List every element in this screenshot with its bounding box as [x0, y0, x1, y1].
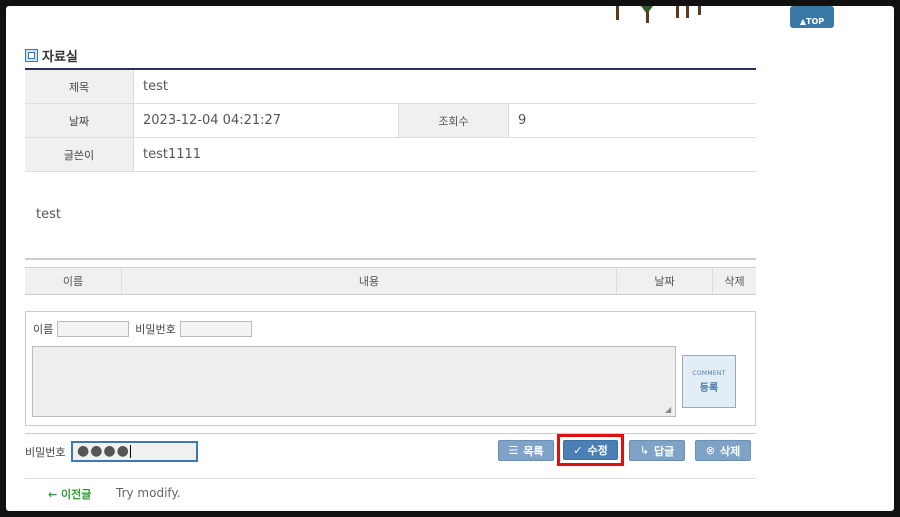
- nav-divider: [25, 478, 756, 479]
- post-date: 2023-12-04 04:21:27: [133, 103, 399, 138]
- comment-form: 이름 비밀번호 ◢ COMMENT 등록: [25, 311, 756, 426]
- post-title: test: [133, 69, 756, 104]
- author-label: 글쓴이: [25, 137, 134, 172]
- delete-button[interactable]: ⊗ 삭제: [695, 440, 751, 461]
- comment-col-content: 내용: [121, 267, 617, 295]
- section-title: 자료실: [42, 50, 78, 65]
- password-label: 비밀번호: [25, 446, 66, 459]
- check-icon: ✓: [573, 443, 583, 457]
- title-label: 제목: [25, 69, 134, 104]
- comment-submit-label: 등록: [699, 382, 719, 394]
- reply-button-label: 답글: [653, 444, 675, 458]
- scroll-top-button[interactable]: ▲TOP: [790, 6, 834, 28]
- section-heading: 자료실: [25, 46, 78, 65]
- modify-button-label: 수정: [587, 444, 608, 457]
- modify-highlight: ✓ 수정: [557, 434, 624, 466]
- post-content: test: [36, 207, 61, 222]
- close-circle-icon: ⊗: [705, 444, 715, 457]
- list-button-label: 목록: [523, 444, 544, 458]
- actions-divider: [25, 433, 756, 434]
- prev-post-link[interactable]: ← 이전글: [48, 486, 91, 502]
- tree-decoration: [616, 6, 701, 23]
- post-author: test1111: [133, 137, 756, 172]
- post-views: 9: [508, 103, 756, 138]
- reply-arrow-icon: ↳: [639, 444, 649, 457]
- date-label: 날짜: [25, 103, 134, 138]
- comment-submit-button[interactable]: COMMENT 등록: [682, 355, 736, 408]
- board-icon: [25, 49, 38, 62]
- list-button[interactable]: ☰ 목록: [498, 440, 554, 461]
- comment-form-row: 이름 비밀번호: [33, 321, 252, 337]
- author-row: 글쓴이 test1111: [25, 137, 756, 172]
- comment-password-label: 비밀번호: [135, 323, 176, 336]
- page-frame: ▲TOP 자료실 제목 test 날짜 2023-12-04 04:21:27 …: [6, 6, 894, 511]
- modify-button[interactable]: ✓ 수정: [563, 440, 618, 460]
- list-icon: ☰: [508, 444, 519, 457]
- title-row: 제목 test: [25, 69, 756, 104]
- comment-list-header: 이름 내용 날짜 삭제: [25, 267, 756, 295]
- prev-post-title[interactable]: Try modify.: [116, 486, 181, 500]
- resize-grip-icon[interactable]: ◢: [665, 406, 673, 414]
- reply-button[interactable]: ↳ 답글: [629, 440, 685, 461]
- comment-textarea[interactable]: ◢: [32, 346, 676, 417]
- comment-submit-small: COMMENT: [692, 369, 726, 377]
- comment-name-label: 이름: [33, 323, 54, 336]
- comment-col-date: 날짜: [616, 267, 713, 295]
- post-info-table: 제목 test 날짜 2023-12-04 04:21:27 조회수 9 글쓴이…: [25, 68, 756, 172]
- text-caret: [129, 444, 131, 458]
- password-input[interactable]: ●●●●: [71, 441, 198, 462]
- date-row: 날짜 2023-12-04 04:21:27 조회수 9: [25, 103, 756, 138]
- comment-name-input[interactable]: [57, 321, 130, 337]
- password-value: ●●●●: [77, 443, 130, 459]
- comment-password-input[interactable]: [179, 321, 252, 337]
- delete-button-label: 삭제: [719, 444, 741, 458]
- comment-col-delete: 삭제: [712, 267, 756, 295]
- content-divider: [25, 258, 756, 260]
- comment-col-name: 이름: [25, 267, 122, 295]
- views-label: 조회수: [398, 103, 509, 138]
